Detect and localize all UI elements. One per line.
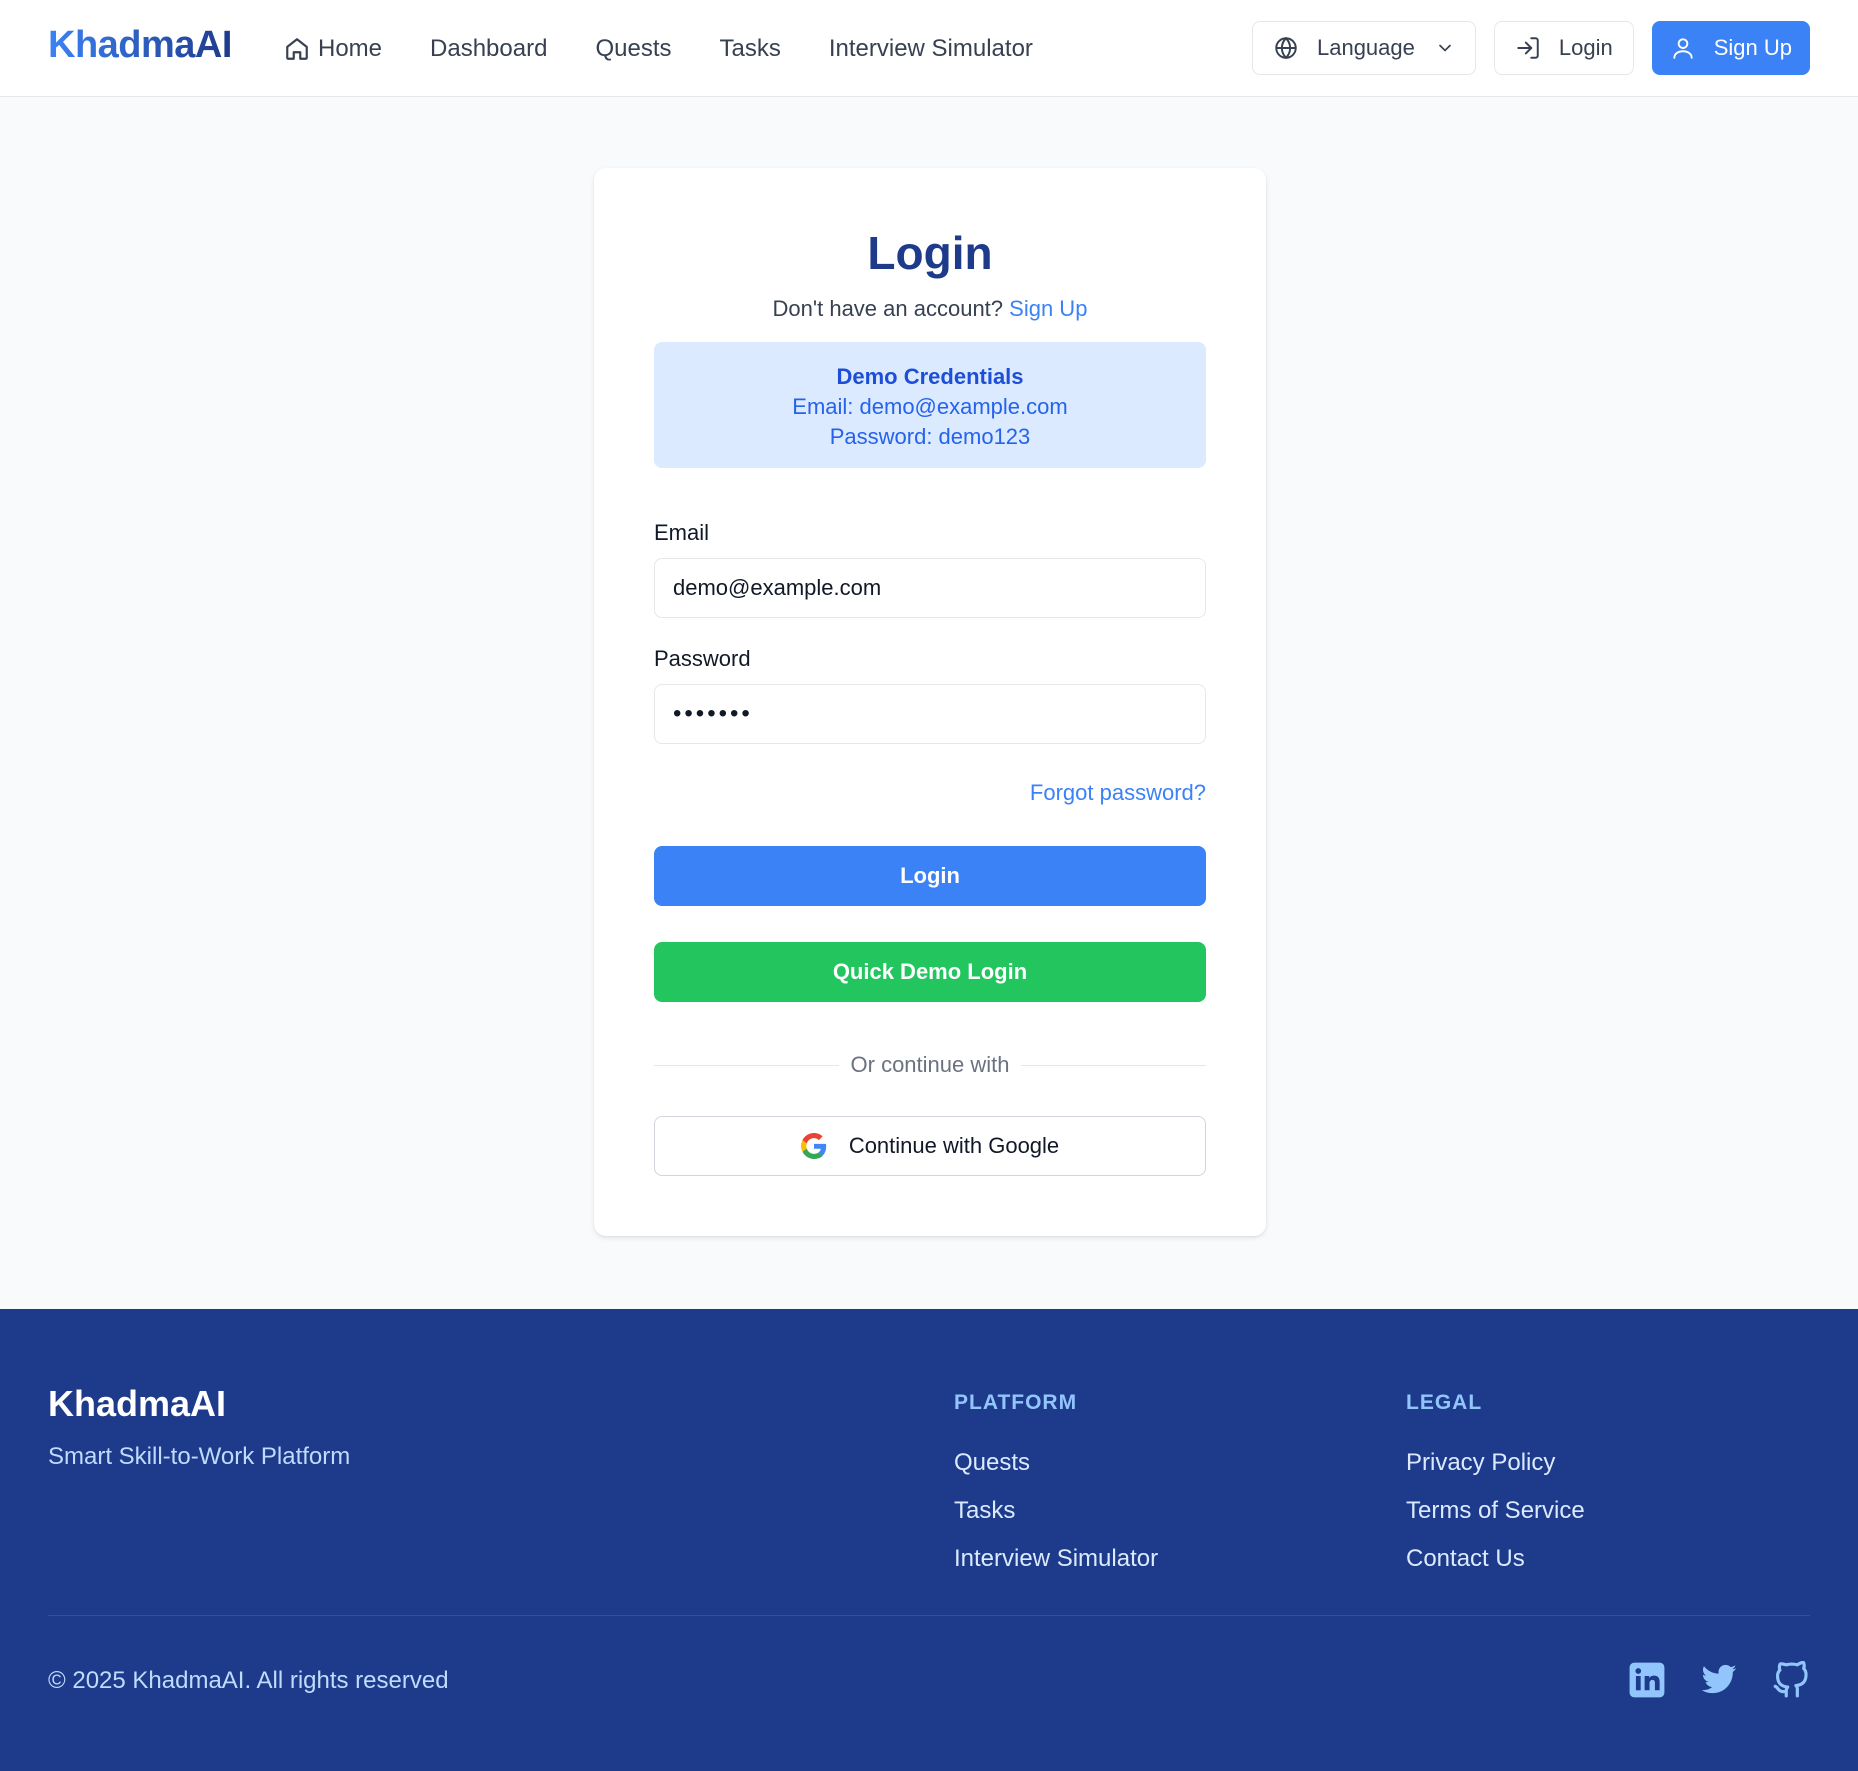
- password-label: Password: [654, 646, 751, 671]
- nav-interview-simulator[interactable]: Interview Simulator: [829, 30, 1033, 68]
- demo-email-line: Email: demo@example.com: [792, 394, 1068, 419]
- chevron-down-icon: [1435, 38, 1455, 58]
- google-icon: [800, 1133, 827, 1159]
- footer-tagline: Smart Skill-to-Work Platform: [48, 1443, 351, 1470]
- header-login-label: Login: [1558, 35, 1613, 60]
- language-label: Language: [1316, 35, 1415, 60]
- password-field[interactable]: •••••••: [654, 684, 1206, 744]
- header-signup-button[interactable]: Sign Up: [1651, 21, 1810, 75]
- login-card: Login Don't have an account? Sign Up Dem…: [594, 168, 1266, 1236]
- user-icon: [1670, 35, 1696, 61]
- twitter-icon[interactable]: [1700, 1661, 1738, 1699]
- footer: KhadmaAI Smart Skill-to-Work Platform PL…: [0, 1309, 1858, 1771]
- header-signup-label: Sign Up: [1713, 35, 1792, 60]
- nav-dashboard[interactable]: Dashboard: [430, 30, 547, 68]
- header-login-button[interactable]: Login: [1493, 21, 1634, 75]
- or-divider: Or continue with: [654, 1052, 1206, 1078]
- language-select[interactable]: Language: [1251, 21, 1476, 75]
- nav-quests[interactable]: Quests: [595, 30, 671, 68]
- footer-link-tasks[interactable]: Tasks: [954, 1487, 1158, 1535]
- footer-link-contact[interactable]: Contact Us: [1406, 1535, 1585, 1583]
- footer-copyright: © 2025 KhadmaAI. All rights reserved: [48, 1667, 449, 1694]
- footer-link-terms[interactable]: Terms of Service: [1406, 1487, 1585, 1535]
- globe-icon: [1273, 35, 1299, 61]
- email-field[interactable]: demo@example.com: [654, 558, 1206, 618]
- login-button[interactable]: Login: [654, 846, 1206, 906]
- google-button-label: Continue with Google: [848, 1133, 1060, 1158]
- footer-legal-heading: LEGAL: [1406, 1391, 1483, 1414]
- social-links: [1594, 1661, 1810, 1699]
- footer-link-privacy[interactable]: Privacy Policy: [1406, 1439, 1585, 1487]
- home-icon: [284, 36, 310, 62]
- header-actions: Language Login Sign Up: [1234, 21, 1810, 75]
- linkedin-icon[interactable]: [1628, 1661, 1666, 1699]
- forgot-password-link[interactable]: Forgot password?: [1030, 780, 1206, 806]
- footer-divider: [48, 1615, 1810, 1616]
- signup-prompt: Don't have an account? Sign Up: [654, 296, 1206, 322]
- github-icon[interactable]: [1772, 1661, 1810, 1699]
- signup-link[interactable]: Sign Up: [1009, 296, 1087, 321]
- nav-home-label: Home: [318, 35, 383, 62]
- no-account-text: Don't have an account?: [772, 296, 1004, 321]
- google-login-button[interactable]: Continue with Google: [654, 1116, 1206, 1176]
- nav-home[interactable]: Home: [284, 30, 382, 68]
- nav-tasks[interactable]: Tasks: [719, 30, 780, 68]
- page-title: Login: [867, 227, 993, 279]
- main-nav: Home Dashboard Quests Tasks Interview Si…: [284, 30, 1081, 68]
- divider-line-left: [654, 1064, 839, 1066]
- top-navbar: KhadmaAI Home Dashboard Quests Tasks Int…: [0, 0, 1858, 97]
- footer-link-interview-simulator[interactable]: Interview Simulator: [954, 1535, 1158, 1583]
- brand-logo[interactable]: KhadmaAI: [48, 24, 232, 67]
- footer-link-quests[interactable]: Quests: [954, 1439, 1158, 1487]
- footer-legal-column: LEGAL Privacy Policy Terms of Service Co…: [1406, 1383, 1585, 1583]
- login-icon: [1515, 35, 1541, 61]
- demo-credentials-box: Demo Credentials Email: demo@example.com…: [654, 342, 1206, 468]
- divider-text: Or continue with: [850, 1052, 1010, 1077]
- demo-credentials-title: Demo Credentials: [836, 364, 1024, 389]
- footer-brand: KhadmaAI: [48, 1383, 227, 1424]
- divider-line-right: [1021, 1064, 1206, 1066]
- demo-password-line: Password: demo123: [829, 424, 1031, 449]
- footer-platform-heading: PLATFORM: [954, 1391, 1078, 1414]
- quick-demo-login-button[interactable]: Quick Demo Login: [654, 942, 1206, 1002]
- email-label: Email: [654, 520, 710, 545]
- footer-platform-column: PLATFORM Quests Tasks Interview Simulato…: [954, 1383, 1158, 1583]
